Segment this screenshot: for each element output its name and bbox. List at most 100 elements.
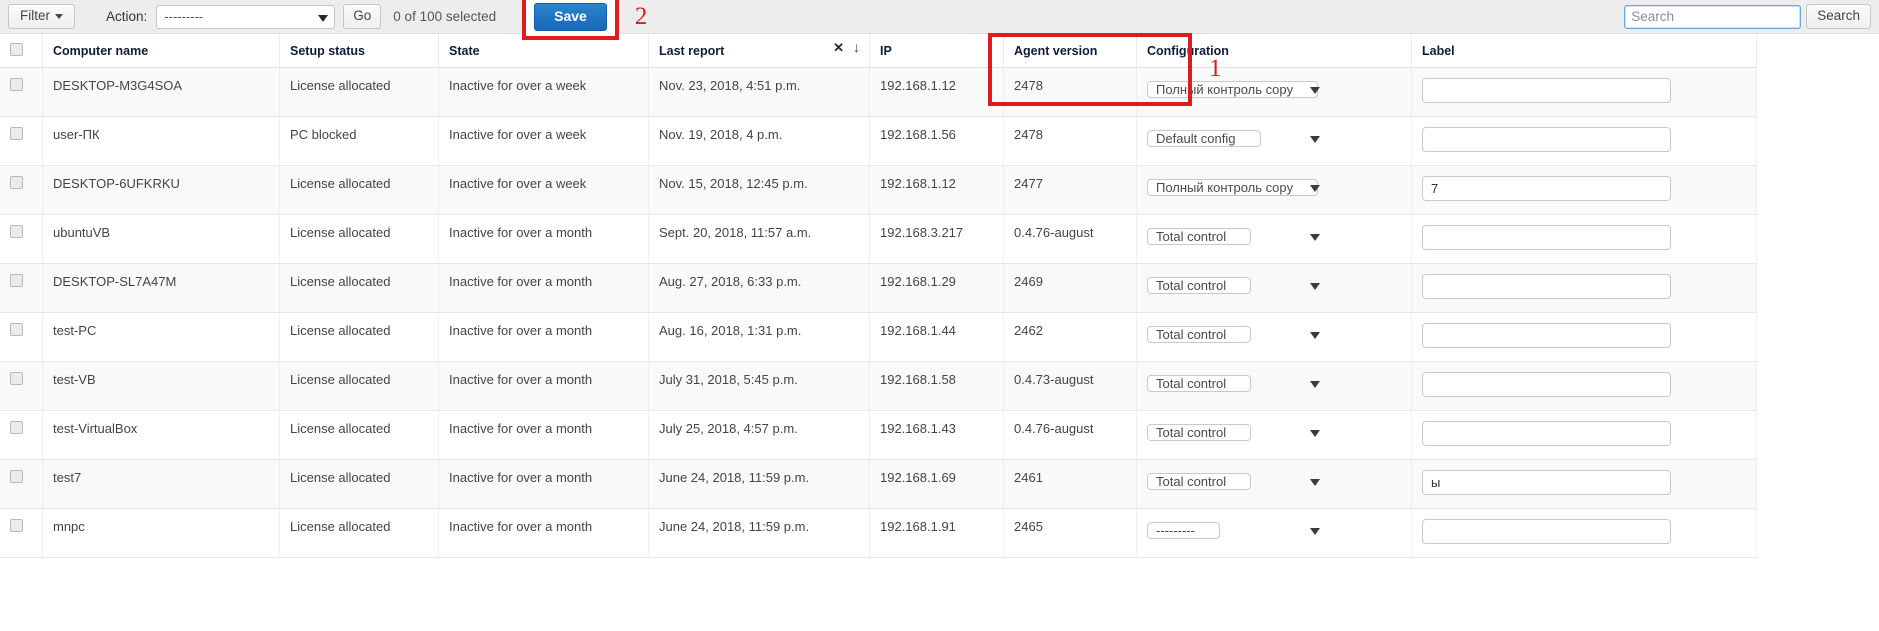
- cell-configuration: Default config: [1136, 116, 1412, 166]
- cell-agent-version: 2478: [1003, 67, 1137, 117]
- configuration-select[interactable]: Total control: [1147, 228, 1252, 245]
- cell-configuration: Полный контроль copy: [1136, 165, 1412, 215]
- cell-computer-name: mnpc: [42, 508, 280, 558]
- cell-computer-name: test-PC: [42, 312, 280, 362]
- configuration-select[interactable]: Total control: [1147, 375, 1252, 392]
- table-row: test-VirtualBox License allocated Inactive…: [0, 410, 1757, 460]
- configuration-select-wrapper[interactable]: Полный контроль copy: [1147, 176, 1329, 199]
- row-checkbox[interactable]: [10, 519, 23, 532]
- label-input[interactable]: [1422, 421, 1671, 446]
- cell-last-report: Sept. 20, 2018, 11:57 a.m.: [648, 214, 870, 264]
- cell-configuration: Total control: [1136, 263, 1412, 313]
- configuration-select-wrapper[interactable]: Total control: [1147, 372, 1329, 395]
- row-checkbox[interactable]: [10, 323, 23, 336]
- configuration-select[interactable]: Полный контроль copy: [1147, 81, 1319, 98]
- configuration-select[interactable]: Total control: [1147, 277, 1252, 294]
- label-input[interactable]: [1422, 372, 1671, 397]
- cell-state: Inactive for over a month: [438, 214, 649, 264]
- cell-computer-name: test-VirtualBox: [42, 410, 280, 460]
- cell-ip: 192.168.1.29: [869, 263, 1004, 313]
- label-input[interactable]: [1422, 127, 1671, 152]
- configuration-select[interactable]: Total control: [1147, 424, 1252, 441]
- row-checkbox[interactable]: [10, 127, 23, 140]
- configuration-select-wrapper[interactable]: Полный контроль copy: [1147, 78, 1329, 101]
- configuration-select[interactable]: Total control: [1147, 473, 1252, 490]
- cell-state: Inactive for over a month: [438, 410, 649, 460]
- sort-descending-icon[interactable]: ↓: [853, 40, 860, 54]
- table-row: DESKTOP-SL7A47M License allocated Inactive…: [0, 263, 1757, 313]
- label-input[interactable]: [1422, 519, 1671, 544]
- select-all-checkbox[interactable]: [10, 43, 23, 56]
- remove-sort-icon[interactable]: ✕: [833, 41, 844, 54]
- configuration-select[interactable]: Total control: [1147, 326, 1252, 343]
- label-input[interactable]: [1422, 274, 1671, 299]
- cell-label: [1411, 361, 1757, 411]
- configuration-select-wrapper[interactable]: Total control: [1147, 421, 1329, 444]
- header-computer-name[interactable]: Computer name: [42, 34, 280, 68]
- cell-state: Inactive for over a month: [438, 459, 649, 509]
- search-button[interactable]: Search: [1806, 4, 1871, 29]
- header-agent-version[interactable]: Agent version: [1003, 34, 1137, 68]
- cell-setup-status: PC blocked: [279, 116, 439, 166]
- cell-ip: 192.168.1.56: [869, 116, 1004, 166]
- sort-controls: ✕ ↓: [833, 40, 860, 54]
- label-input[interactable]: [1422, 78, 1671, 103]
- cell-agent-version: 2469: [1003, 263, 1137, 313]
- configuration-select-wrapper[interactable]: Total control: [1147, 225, 1329, 248]
- label-input[interactable]: [1422, 176, 1671, 201]
- configuration-select-wrapper[interactable]: Total control: [1147, 470, 1329, 493]
- header-configuration[interactable]: Configuration: [1136, 34, 1412, 68]
- cell-ip: 192.168.1.69: [869, 459, 1004, 509]
- row-checkbox[interactable]: [10, 470, 23, 483]
- save-button-highlight: Save: [522, 0, 619, 40]
- cell-agent-version: 2478: [1003, 116, 1137, 166]
- row-checkbox[interactable]: [10, 274, 23, 287]
- row-select-cell: [0, 214, 43, 264]
- cell-ip: 192.168.1.43: [869, 410, 1004, 460]
- configuration-select[interactable]: Default config: [1147, 130, 1261, 147]
- go-button[interactable]: Go: [343, 4, 382, 29]
- action-select-wrapper[interactable]: ---------: [156, 4, 336, 29]
- cell-configuration: Total control: [1136, 410, 1412, 460]
- configuration-select-wrapper[interactable]: ---------: [1147, 519, 1329, 542]
- cell-computer-name: test7: [42, 459, 280, 509]
- chevron-down-icon: [1310, 528, 1320, 535]
- cell-label: [1411, 459, 1757, 509]
- table-header-row: Computer name Setup status State Last re…: [0, 34, 1757, 68]
- cell-configuration: Total control: [1136, 312, 1412, 362]
- row-checkbox[interactable]: [10, 176, 23, 189]
- row-checkbox[interactable]: [10, 225, 23, 238]
- row-checkbox[interactable]: [10, 421, 23, 434]
- configuration-select-wrapper[interactable]: Default config: [1147, 127, 1329, 150]
- configuration-select[interactable]: ---------: [1147, 522, 1220, 539]
- cell-last-report: June 24, 2018, 11:59 p.m.: [648, 459, 870, 509]
- configuration-select[interactable]: Полный контроль copy: [1147, 179, 1319, 196]
- cell-configuration: Полный контроль copy: [1136, 67, 1412, 117]
- header-last-report[interactable]: Last report ✕ ↓: [648, 34, 870, 68]
- cell-state: Inactive for over a week: [438, 116, 649, 166]
- label-input[interactable]: [1422, 470, 1671, 495]
- save-button[interactable]: Save: [534, 2, 607, 31]
- table-row: DESKTOP-6UFKRKU License allocated Inactive…: [0, 165, 1757, 215]
- cell-last-report: Nov. 19, 2018, 4 p.m.: [648, 116, 870, 166]
- cell-state: Inactive for over a month: [438, 361, 649, 411]
- table-row: test7 License allocated Inactive for over …: [0, 459, 1757, 509]
- label-input[interactable]: [1422, 225, 1671, 250]
- header-label[interactable]: Label: [1411, 34, 1757, 68]
- cell-setup-status: License allocated: [279, 67, 439, 117]
- filter-button[interactable]: Filter: [8, 4, 75, 29]
- header-ip[interactable]: IP: [869, 34, 1004, 68]
- row-checkbox[interactable]: [10, 372, 23, 385]
- configuration-select-wrapper[interactable]: Total control: [1147, 274, 1329, 297]
- cell-last-report: Aug. 16, 2018, 1:31 p.m.: [648, 312, 870, 362]
- configuration-select-wrapper[interactable]: Total control: [1147, 323, 1329, 346]
- search-input[interactable]: [1624, 4, 1802, 29]
- cell-agent-version: 2477: [1003, 165, 1137, 215]
- label-input[interactable]: [1422, 323, 1671, 348]
- header-setup-status[interactable]: Setup status: [279, 34, 439, 68]
- cell-computer-name: ubuntuVB: [42, 214, 280, 264]
- row-checkbox[interactable]: [10, 78, 23, 91]
- action-select[interactable]: ---------: [156, 4, 336, 29]
- cell-last-report: Nov. 15, 2018, 12:45 p.m.: [648, 165, 870, 215]
- cell-ip: 192.168.1.91: [869, 508, 1004, 558]
